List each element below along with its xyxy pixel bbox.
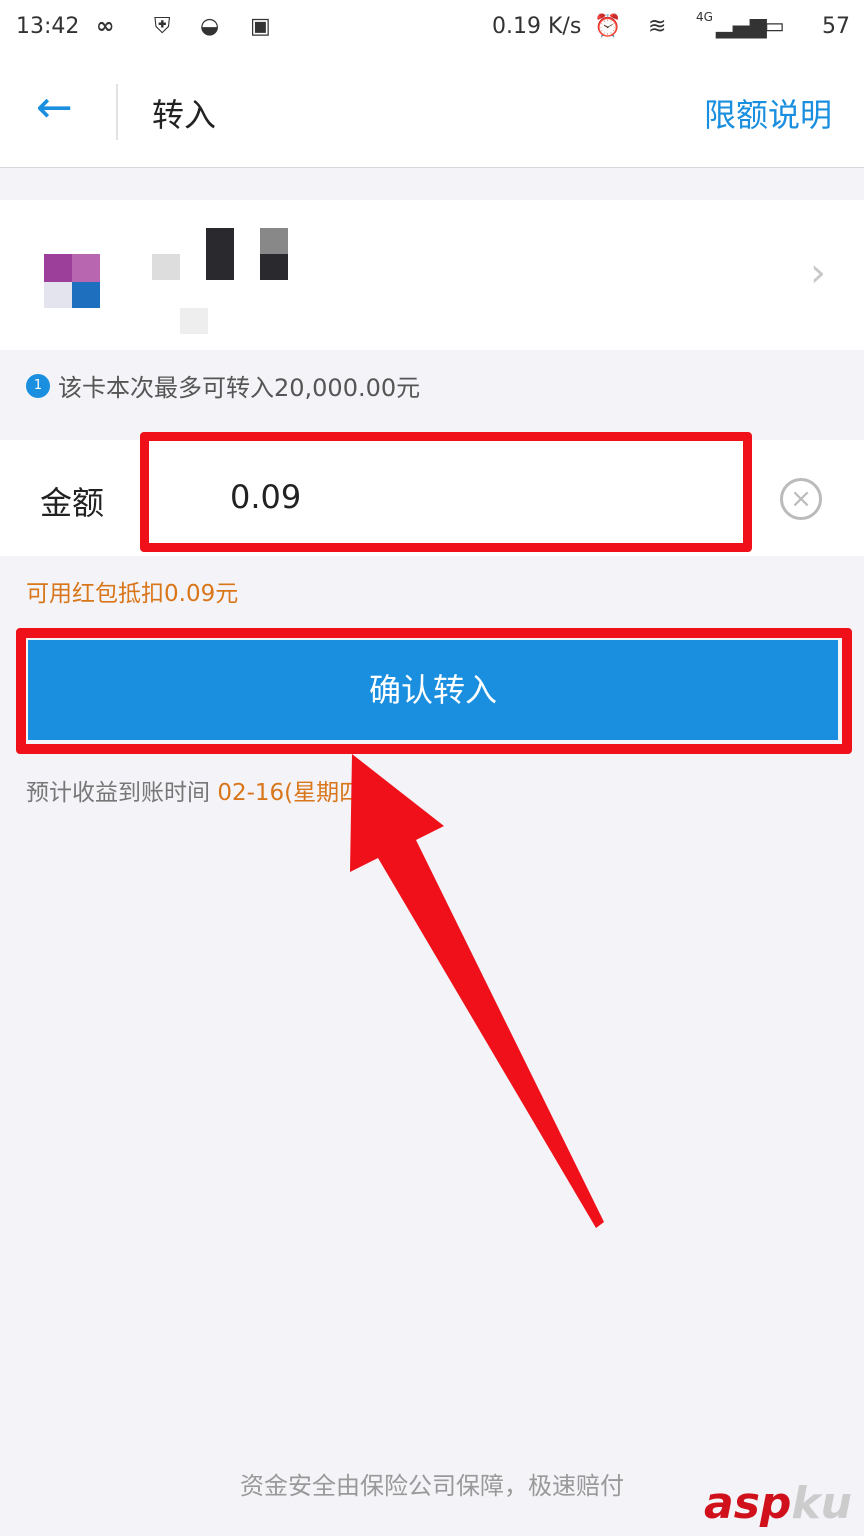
watermark-brand2: ku	[791, 1478, 852, 1529]
arrow-shape	[350, 754, 604, 1228]
red-arrow-annotation	[350, 754, 604, 1228]
watermark-brand: asp	[704, 1478, 792, 1529]
watermark-logo: aspku	[704, 1478, 852, 1529]
